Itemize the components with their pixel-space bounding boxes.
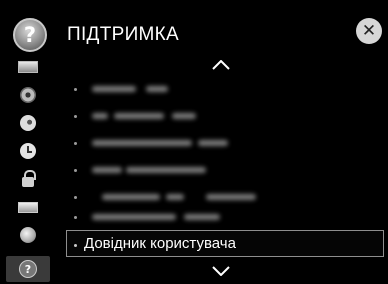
sidebar-item-network[interactable] xyxy=(6,222,50,248)
obscured-label xyxy=(166,194,184,200)
obscured-label xyxy=(92,113,108,119)
chevron-down-icon xyxy=(212,266,230,276)
menu-item-label: Довідник користувача xyxy=(84,235,236,252)
obscured-label xyxy=(92,86,136,92)
sidebar-item-picture[interactable] xyxy=(6,54,50,80)
support-icon-glyph: ? xyxy=(24,262,32,276)
sidebar: ? xyxy=(6,52,54,284)
option-icon xyxy=(18,201,38,213)
obscured-label xyxy=(102,194,160,200)
bullet xyxy=(74,115,77,118)
sidebar-item-time[interactable] xyxy=(6,138,50,164)
menu-item-2[interactable] xyxy=(66,103,384,130)
scroll-down-arrow[interactable] xyxy=(208,264,234,278)
support-question-icon: ? xyxy=(13,18,47,52)
obscured-label xyxy=(172,113,196,119)
close-button[interactable]: ✕ xyxy=(356,18,382,44)
obscured-label xyxy=(146,86,168,92)
obscured-label xyxy=(198,140,228,146)
menu-item-6[interactable] xyxy=(66,204,384,231)
lock-icon xyxy=(22,170,36,187)
bullet xyxy=(74,169,77,172)
support-menu-screen: ? ПІДТРИМКА ✕ ? Довідник користувача xyxy=(0,0,388,284)
bullet xyxy=(74,88,77,91)
sidebar-item-lock[interactable] xyxy=(6,166,50,192)
support-question-glyph: ? xyxy=(23,23,37,47)
support-icon: ? xyxy=(19,260,37,278)
bullet xyxy=(74,142,77,145)
chevron-up-icon xyxy=(212,60,230,70)
picture-icon xyxy=(18,61,38,73)
menu-item-user-guide[interactable]: Довідник користувача xyxy=(66,230,384,257)
bullet xyxy=(74,196,77,199)
network-icon xyxy=(20,227,36,243)
page-title: ПІДТРИМКА xyxy=(67,24,180,45)
obscured-label xyxy=(126,167,206,173)
sound-icon xyxy=(20,87,36,103)
channel-icon xyxy=(20,115,36,131)
bullet xyxy=(74,244,77,247)
menu-item-1[interactable] xyxy=(66,76,384,103)
sidebar-item-option[interactable] xyxy=(6,194,50,220)
sidebar-item-support[interactable]: ? xyxy=(6,256,50,282)
scroll-up-arrow[interactable] xyxy=(208,58,234,72)
obscured-label xyxy=(92,167,122,173)
sidebar-item-channel[interactable] xyxy=(6,110,50,136)
sidebar-item-sound[interactable] xyxy=(6,82,50,108)
menu-item-3[interactable] xyxy=(66,130,384,157)
obscured-label xyxy=(114,113,164,119)
obscured-label xyxy=(92,214,176,220)
obscured-label xyxy=(184,214,220,220)
obscured-label xyxy=(92,140,192,146)
obscured-label xyxy=(206,194,256,200)
close-icon: ✕ xyxy=(361,21,377,41)
bullet xyxy=(74,216,77,219)
menu-item-4[interactable] xyxy=(66,157,384,184)
time-icon xyxy=(20,143,36,159)
